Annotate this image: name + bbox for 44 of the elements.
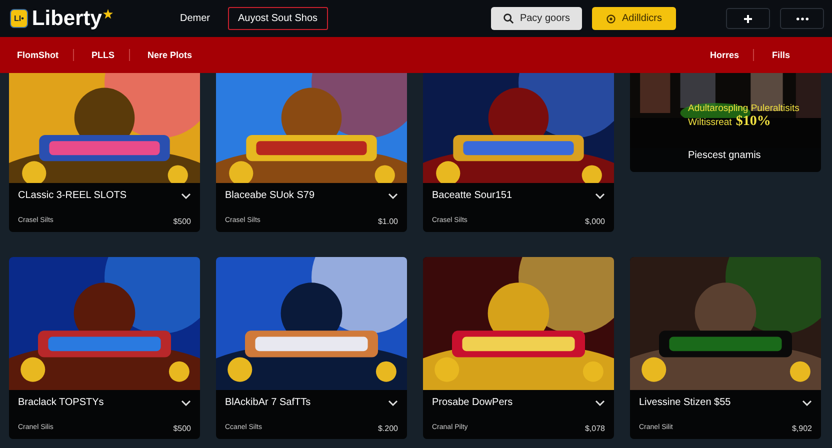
game-price: $.200 — [378, 424, 398, 433]
category-link[interactable]: Horres — [710, 50, 751, 60]
category-link[interactable]: PLLS — [92, 50, 127, 60]
plus-icon — [743, 14, 753, 24]
game-title: Prosabe DowPers — [432, 397, 513, 408]
add-button[interactable] — [726, 8, 770, 29]
category-link[interactable]: FlomShot — [17, 50, 70, 60]
game-title: Livessine Stizen $55 — [639, 397, 731, 408]
chevron-icon[interactable] — [802, 400, 812, 406]
chevron-icon[interactable] — [595, 192, 605, 198]
chevron-icon[interactable] — [181, 400, 191, 406]
nav-link[interactable]: Demer — [170, 7, 220, 30]
more-icon — [796, 16, 808, 20]
game-price: $,902 — [792, 424, 812, 433]
promo-card[interactable]: Adultarospling Puleraltisits Wiltissreat $10% Piescest gnamis — [630, 73, 821, 172]
category-link[interactable]: Fills — [772, 50, 802, 60]
game-price: $500 — [173, 424, 191, 433]
game-price: $500 — [173, 217, 191, 226]
chevron-icon[interactable] — [388, 192, 398, 198]
chevron-icon[interactable] — [595, 400, 605, 406]
game-price: $1.00 — [378, 217, 398, 226]
nav-link[interactable]: Auyost Sout Shos — [228, 7, 328, 30]
game-title: Baceatte Sour151 — [432, 190, 512, 201]
promo-caption: Piescest gnamis — [687, 149, 762, 161]
category-link[interactable]: Nere Plots — [148, 50, 204, 60]
more-button[interactable] — [780, 8, 824, 29]
game-price: $,000 — [584, 217, 605, 226]
game-title: Braclack TOPSTYs — [18, 397, 104, 408]
offer-value: $10% — [736, 114, 771, 130]
chevron-icon[interactable] — [388, 400, 398, 406]
promo-headline: Adultarospling Puleraltisits — [688, 103, 800, 114]
coin-icon — [606, 14, 616, 24]
game-price: $,078 — [584, 424, 605, 433]
logo-badge: LI• — [10, 9, 28, 28]
game-title: CLassic 3-REEL SLOTS — [18, 190, 127, 201]
offer-label: Wiltissreat — [688, 117, 732, 128]
chevron-icon[interactable] — [181, 192, 191, 198]
search-button[interactable]: Pacy goors — [490, 7, 582, 30]
search-icon — [502, 13, 514, 24]
game-title: Blaceabe SUok S79 — [225, 190, 315, 201]
game-title: BlAckibAr 7 SafTTs — [225, 397, 311, 408]
brand-name[interactable]: Liberty — [32, 6, 102, 30]
account-button[interactable]: Adilldicrs — [592, 7, 676, 30]
star-icon — [102, 8, 113, 18]
